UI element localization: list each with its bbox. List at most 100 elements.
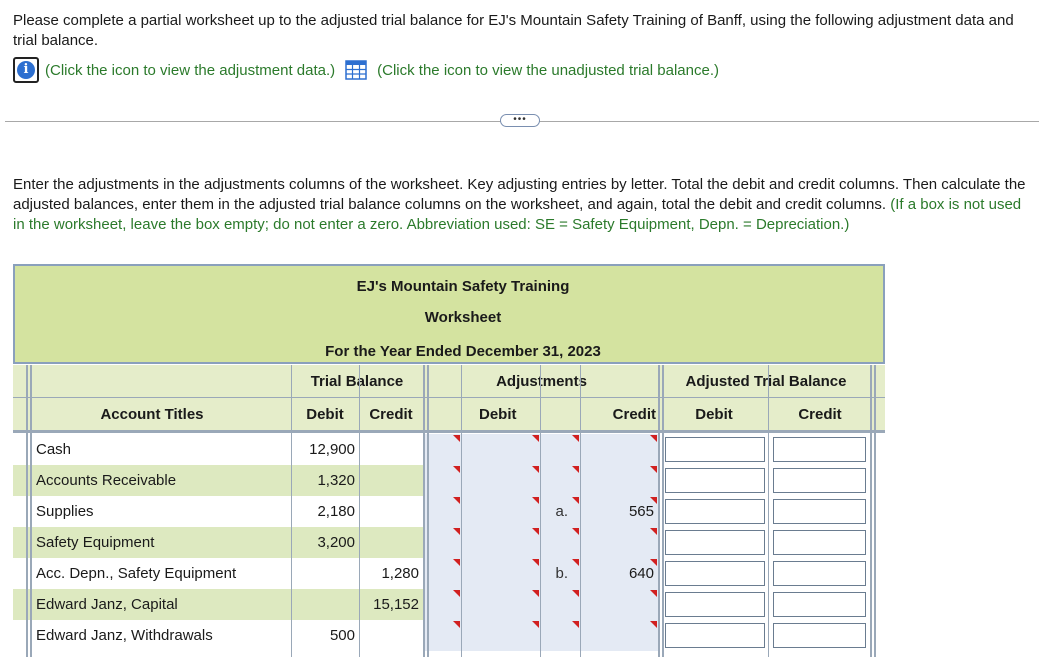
table-grid-icon[interactable] [345, 60, 367, 80]
worksheet: EJ's Mountain Safety Training Worksheet … [13, 264, 885, 657]
account-title: Safety Equipment [36, 534, 155, 551]
column-separator [26, 365, 28, 657]
adj-credit-flag [650, 621, 657, 628]
adj-debit-value[interactable] [461, 620, 540, 651]
unadjusted-trial-balance-link[interactable]: (Click the icon to view the unadjusted t… [377, 62, 719, 79]
adj-debit-flag [532, 590, 539, 597]
column-separator [540, 365, 541, 657]
atb-debit-input[interactable] [665, 530, 765, 555]
atb-credit-input[interactable] [773, 499, 866, 524]
tb-credit-value [359, 465, 423, 496]
col-adj-debit: Debit [425, 398, 540, 430]
account-title: Edward Janz, Capital [36, 596, 178, 613]
expand-more-button[interactable]: ••• [500, 114, 540, 127]
atb-debit-input[interactable] [665, 592, 765, 617]
adj-credit-flag [650, 590, 657, 597]
header-spacer [13, 365, 291, 398]
atb-debit-input[interactable] [665, 499, 765, 524]
adj-debit-value[interactable] [461, 465, 540, 496]
adj-debit-letter-flag [453, 435, 460, 442]
column-separator [291, 365, 292, 657]
adj-credit-value[interactable] [580, 465, 658, 496]
atb-debit-input[interactable] [665, 623, 765, 648]
adj-debit-flag [532, 621, 539, 628]
atb-credit-input[interactable] [773, 468, 866, 493]
worksheet-period: For the Year Ended December 31, 2023 [325, 343, 601, 360]
adj-credit-value[interactable] [580, 527, 658, 558]
atb-debit-input[interactable] [665, 561, 765, 586]
adj-debit-letter-flag [453, 466, 460, 473]
adj-credit-flag [650, 528, 657, 535]
resource-links: i (Click the icon to view the adjustment… [13, 56, 719, 84]
header-rule [13, 430, 885, 433]
atb-credit-input[interactable] [773, 592, 866, 617]
col-tb-credit: Credit [359, 398, 423, 430]
adj-debit-value[interactable] [461, 496, 540, 527]
adj-debit-flag [532, 466, 539, 473]
adj-credit-value[interactable] [580, 434, 658, 465]
info-icon[interactable]: i [13, 57, 39, 83]
adjustment-data-link[interactable]: (Click the icon to view the adjustment d… [45, 62, 335, 79]
group-adjustments: Adjustments [425, 365, 658, 398]
adj-debit-flag [532, 559, 539, 566]
adj-debit-value[interactable] [461, 527, 540, 558]
column-separator [30, 365, 32, 657]
adj-credit-flag [650, 435, 657, 442]
column-separator [423, 365, 425, 657]
adj-credit-letter-flag [572, 590, 579, 597]
adj-debit-letter-flag [453, 590, 460, 597]
atb-debit-input[interactable] [665, 437, 765, 462]
adj-credit-value[interactable]: 565 [580, 496, 658, 527]
adj-credit-letter-flag [572, 528, 579, 535]
adj-credit-flag [650, 559, 657, 566]
adj-debit-flag [532, 435, 539, 442]
company-name: EJ's Mountain Safety Training [356, 278, 570, 295]
adj-debit-value[interactable] [461, 558, 540, 589]
atb-credit-input[interactable] [773, 623, 866, 648]
adj-debit-letter-flag [453, 559, 460, 566]
tb-credit-value [359, 527, 423, 558]
adj-credit-value[interactable]: 640 [580, 558, 658, 589]
tb-credit-value [359, 496, 423, 527]
column-separator [580, 365, 581, 657]
atb-credit-input[interactable] [773, 530, 866, 555]
tb-credit-value [359, 434, 423, 465]
adj-credit-letter-flag [572, 435, 579, 442]
account-title: Supplies [36, 503, 94, 520]
adj-debit-value[interactable] [461, 434, 540, 465]
col-atb-debit: Debit [660, 398, 768, 430]
tb-credit-value [359, 620, 423, 651]
adj-credit-value[interactable] [580, 620, 658, 651]
adj-credit-flag [650, 497, 657, 504]
column-separator [427, 365, 429, 657]
adj-debit-letter-flag [453, 621, 460, 628]
worksheet-title-box: EJ's Mountain Safety Training Worksheet … [13, 264, 885, 364]
adj-credit-value[interactable] [580, 589, 658, 620]
account-title: Accounts Receivable [36, 472, 177, 489]
account-title: Edward Janz, Withdrawals [36, 627, 213, 644]
tb-debit-value [291, 558, 359, 589]
account-title: Acc. Depn., Safety Equipment [36, 565, 237, 582]
column-separator [662, 365, 664, 657]
tb-credit-value: 15,152 [373, 596, 419, 613]
column-separator [658, 365, 660, 657]
adj-credit-flag [650, 466, 657, 473]
worksheet-title: Worksheet [424, 309, 502, 326]
tb-debit-value: 3,200 [317, 534, 355, 551]
tb-debit-value: 1,320 [317, 472, 355, 489]
instructions-text: Enter the adjustments in the adjustments… [13, 176, 1026, 213]
adj-debit-value[interactable] [461, 589, 540, 620]
col-account-titles: Account Titles [13, 398, 291, 430]
atb-credit-input[interactable] [773, 561, 866, 586]
tb-debit-value: 2,180 [317, 503, 355, 520]
atb-credit-input[interactable] [773, 437, 866, 462]
column-separator [461, 365, 462, 657]
account-title: Cash [36, 441, 72, 458]
column-separator [874, 365, 876, 657]
adj-debit-letter-flag [453, 528, 460, 535]
col-adj-credit: Credit [540, 398, 658, 430]
col-tb-debit: Debit [291, 398, 359, 430]
adj-credit-letter-flag [572, 559, 579, 566]
atb-debit-input[interactable] [665, 468, 765, 493]
adj-debit-flag [532, 528, 539, 535]
